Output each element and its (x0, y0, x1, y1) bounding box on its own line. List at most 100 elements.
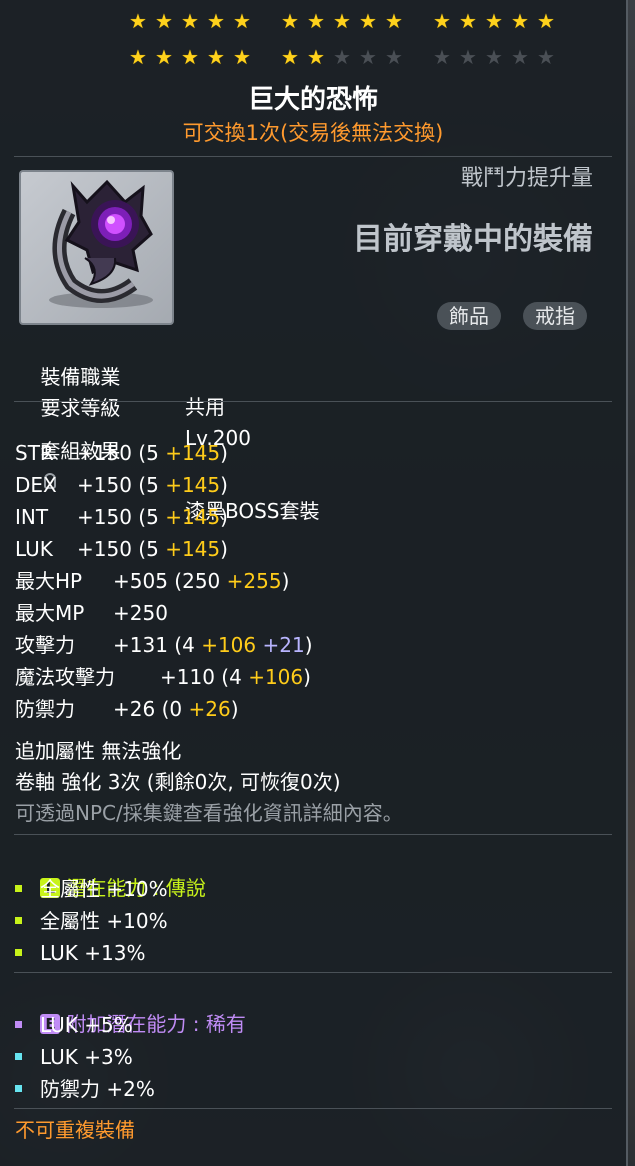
stat-base: (5 (131, 505, 166, 529)
stat-row: DEX +150 (5 +145) (15, 470, 228, 500)
dark-ring-icon (49, 179, 153, 308)
stat-name: 魔法攻擊力 (15, 665, 115, 689)
bullet-icon (15, 1053, 22, 1060)
scroll-upgrade-info: 卷軸 強化 3次 (剩餘0次, 可恢復0次) (15, 770, 341, 794)
job-value: 共用 (185, 395, 225, 419)
potential-line-text: 全屬性 +10% (40, 877, 168, 901)
stat-name: STR (15, 441, 54, 465)
star-filled-icon: ★ (129, 45, 147, 69)
stat-row: 最大HP +505 (250 +255) (15, 566, 289, 596)
stat-row: 最大MP +250 (15, 598, 168, 628)
stat-row: 防禦力 +26 (0 +26) (15, 694, 239, 724)
bullet-icon (15, 949, 22, 956)
stat-name: 攻擊力 (15, 633, 75, 657)
bullet-icon (15, 917, 22, 924)
star-filled-icon: ★ (385, 9, 403, 33)
bonus-potential-line-text: 防禦力 +2% (40, 1077, 155, 1101)
stat-bonus-flame: +145 (165, 505, 221, 529)
star-filled-icon: ★ (129, 9, 147, 33)
star-empty-icon: ★ (385, 45, 403, 69)
stat-bonus-flame: +145 (165, 473, 221, 497)
stat-bonus-flame: +106 (248, 665, 304, 689)
divider (14, 156, 612, 157)
star-filled-icon: ★ (485, 9, 503, 33)
combat-power-increase-label: 戰鬥力提升量 (460, 166, 593, 191)
stat-name: LUK (15, 537, 53, 561)
bullet-icon (15, 885, 22, 892)
star-filled-icon: ★ (155, 9, 173, 33)
stat-name: INT (15, 505, 49, 529)
bonus-potential-line-text: LUK +5% (40, 1013, 133, 1037)
potential-line: LUK +13% (15, 938, 145, 968)
star-filled-icon: ★ (207, 45, 225, 69)
stat-total: +150 (77, 441, 132, 465)
bonus-potential-line: LUK +5% (15, 1010, 133, 1040)
stat-close: ) (220, 505, 228, 529)
stat-total: +505 (113, 569, 168, 593)
background-window-edge (628, 0, 635, 1166)
star-empty-icon: ★ (333, 45, 351, 69)
stat-bonus-flame: +145 (165, 537, 221, 561)
star-filled-icon: ★ (459, 9, 477, 33)
bullet-icon (15, 1085, 22, 1092)
star-filled-icon: ★ (537, 9, 555, 33)
potential-line-text: LUK +13% (40, 941, 146, 965)
divider (14, 834, 612, 835)
stat-total: +110 (160, 665, 215, 689)
star-filled-icon: ★ (181, 45, 199, 69)
trade-note: 可交換1次(交易後無法交換) (182, 121, 444, 145)
star-force-row-2: ★ ★ ★ ★ ★ ★ ★ ★ ★ ★ ★ ★ ★ ★ ★ (127, 46, 557, 68)
stat-bonus-flame: +106 (201, 633, 257, 657)
bonus-potential-line: 防禦力 +2% (15, 1074, 155, 1104)
star-filled-icon: ★ (181, 9, 199, 33)
star-filled-icon: ★ (511, 9, 529, 33)
stat-bonus-flame: +26 (188, 697, 231, 721)
stat-name: DEX (15, 473, 57, 497)
item-tooltip: ★ ★ ★ ★ ★ ★ ★ ★ ★ ★ ★ ★ ★ ★ ★ ★ ★ ★ ★ ★ ★ ★ ★ ★ ★ ★ ★ ★ ★ ★ 巨大的恐怖 可交… (0, 0, 628, 1166)
divider (14, 401, 612, 402)
star-filled-icon: ★ (433, 9, 451, 33)
divider (14, 1108, 612, 1109)
stat-close: ) (304, 633, 313, 657)
item-name: 巨大的恐怖 (247, 85, 378, 115)
stat-base: (5 (131, 473, 166, 497)
potential-line-text: 全屬性 +10% (40, 909, 168, 933)
stat-close: ) (303, 665, 311, 689)
stat-close: ) (220, 441, 228, 465)
star-filled-icon: ★ (207, 9, 225, 33)
stat-base: (0 (155, 697, 189, 721)
stat-name: 最大HP (15, 569, 83, 593)
stat-total: +150 (77, 473, 132, 497)
star-filled-icon: ★ (233, 9, 251, 33)
stat-close: ) (281, 569, 290, 593)
category-tag-accessory: 飾品 (437, 302, 501, 330)
star-filled-icon: ★ (307, 9, 325, 33)
divider (14, 972, 612, 973)
stat-total: +250 (113, 601, 168, 625)
star-filled-icon: ★ (359, 9, 377, 33)
bullet-icon (15, 1021, 22, 1028)
additional-option-note: 追加屬性 無法強化 (15, 739, 182, 763)
stat-bonus-flame: +145 (165, 441, 221, 465)
star-filled-icon: ★ (333, 9, 351, 33)
upgrade-hint: 可透過NPC/採集鍵查看強化資訊詳細內容。 (15, 801, 403, 825)
stat-close: ) (230, 697, 239, 721)
stat-bonus-enhance: +21 (256, 633, 305, 657)
stat-row: STR +150 (5 +145) (15, 438, 228, 468)
star-filled-icon: ★ (233, 45, 251, 69)
star-filled-icon: ★ (281, 45, 299, 69)
stat-name: 最大MP (15, 601, 85, 625)
stat-base: (4 (167, 633, 202, 657)
stat-bonus-flame: +255 (226, 569, 282, 593)
stat-total: +150 (77, 537, 132, 561)
bonus-potential-line: LUK +3% (15, 1042, 133, 1072)
star-empty-icon: ★ (485, 45, 503, 69)
stat-row: INT +150 (5 +145) (15, 502, 228, 532)
stat-row: LUK +150 (5 +145) (15, 534, 228, 564)
stat-total: +131 (113, 633, 168, 657)
stat-close: ) (220, 537, 228, 561)
stat-close: ) (220, 473, 228, 497)
unique-equip-note: 不可重複裝備 (15, 1118, 135, 1142)
star-empty-icon: ★ (459, 45, 477, 69)
star-empty-icon: ★ (433, 45, 451, 69)
